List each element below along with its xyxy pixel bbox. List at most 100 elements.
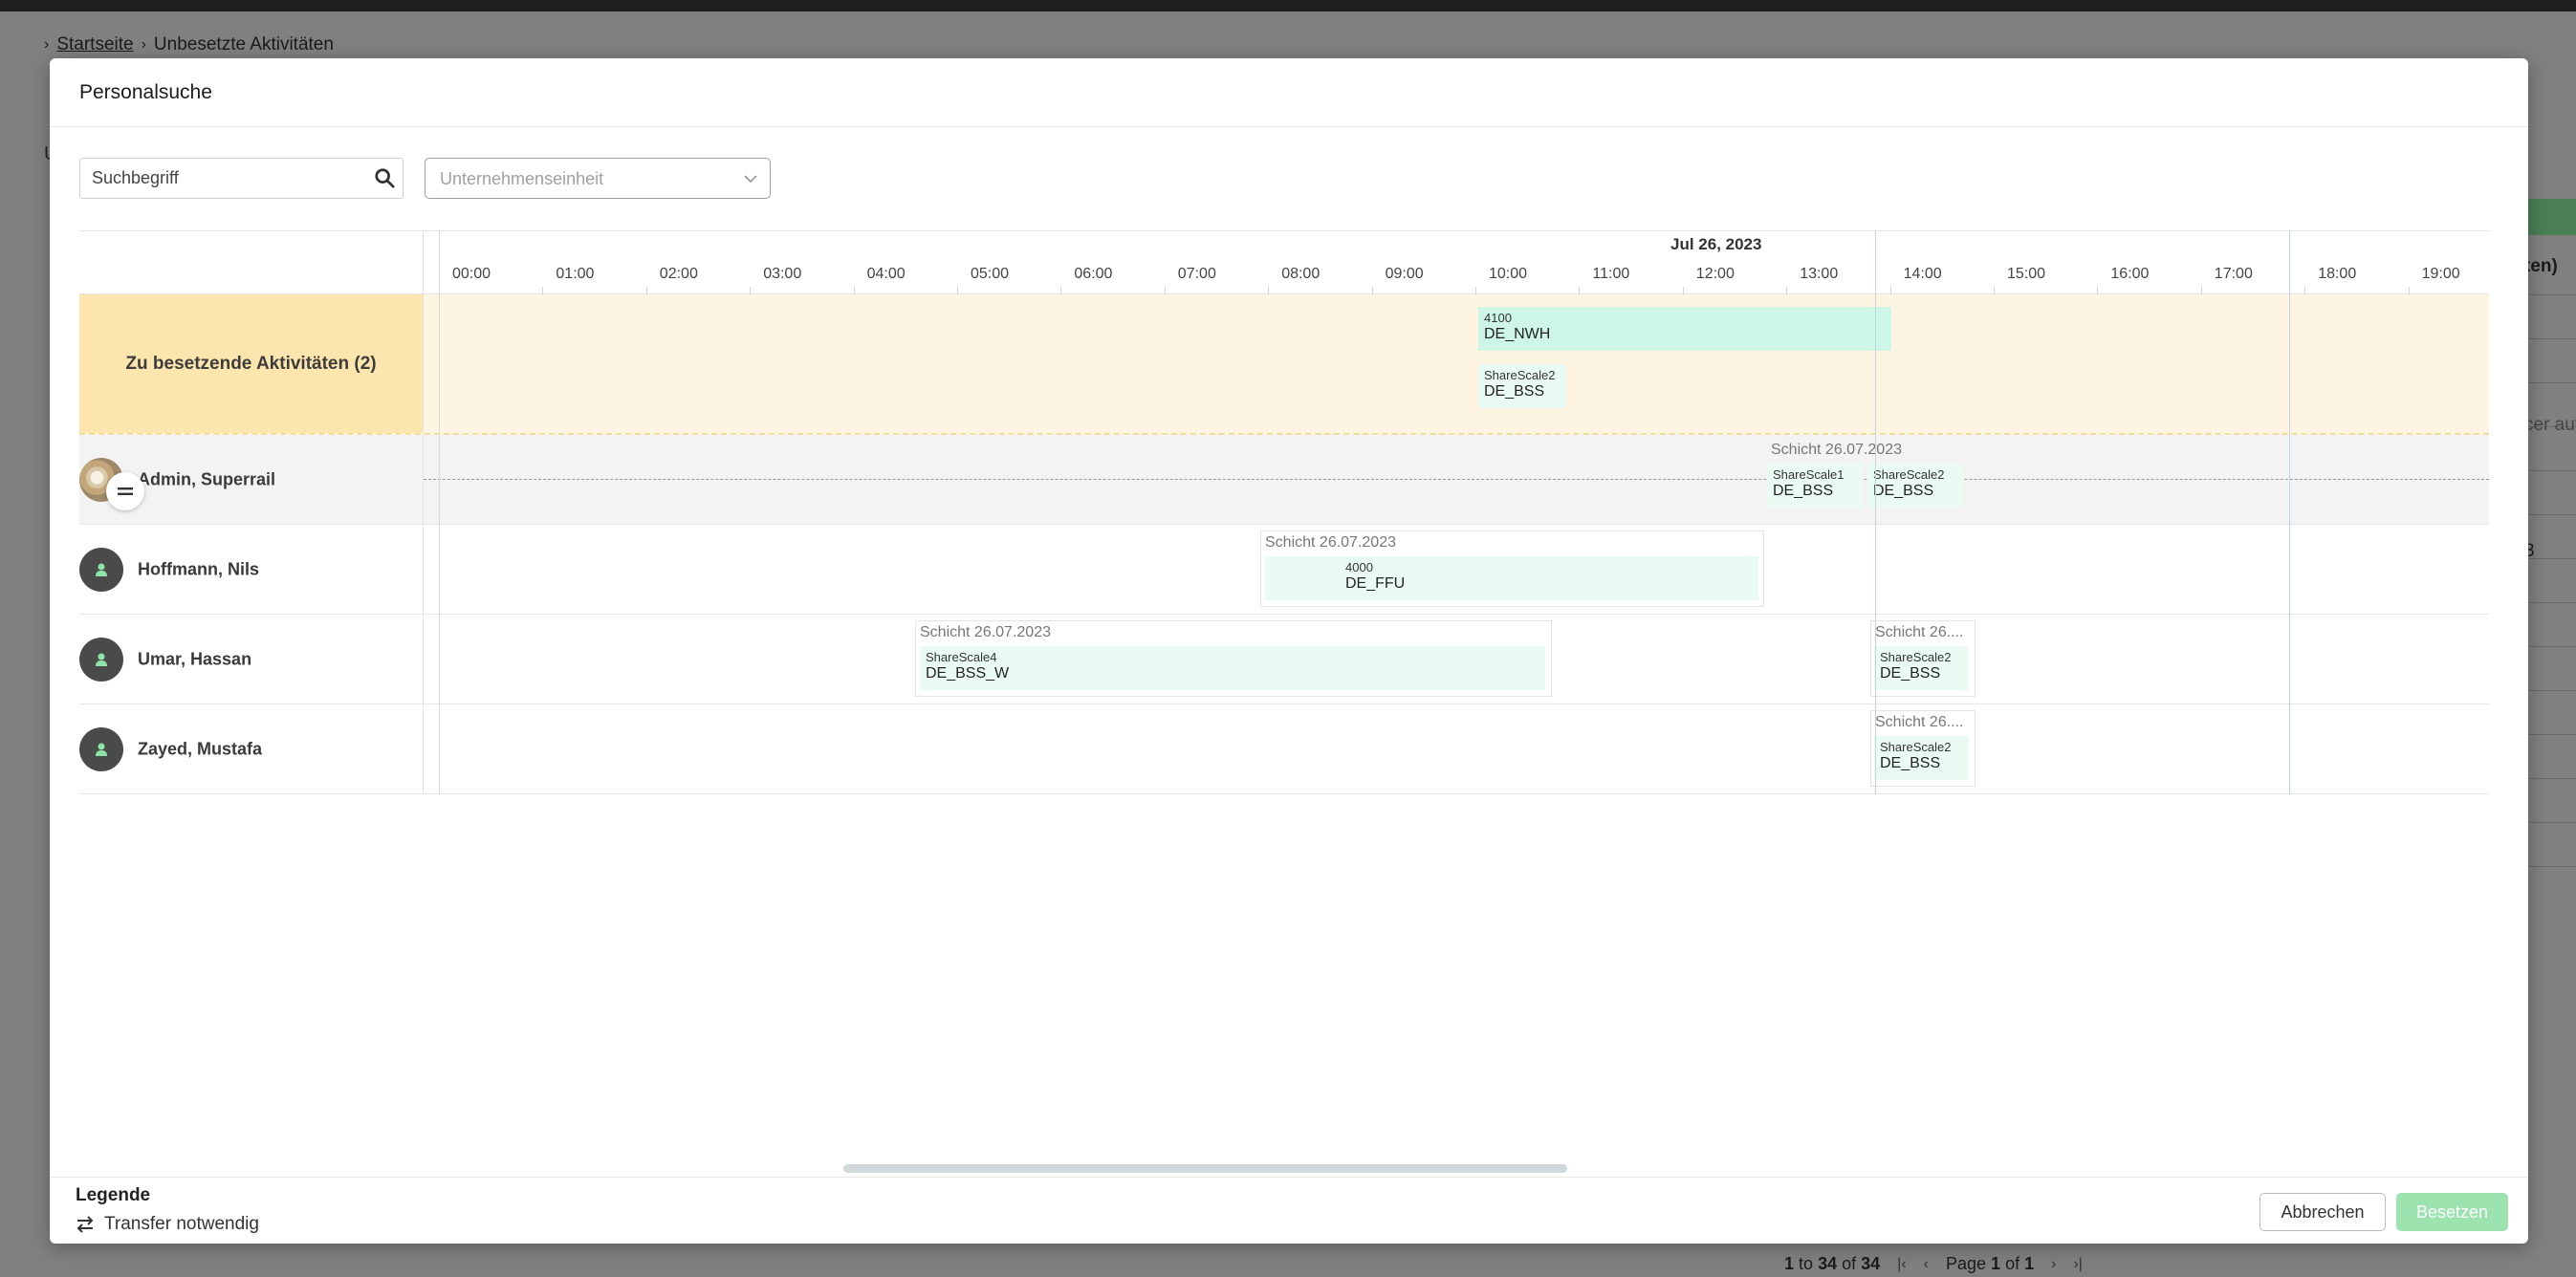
hour-label: 01:00 (556, 266, 595, 282)
task-sharescale4[interactable]: ShareScale4 DE_BSS_W (920, 646, 1545, 690)
shift-title: Schicht 26.... (1875, 624, 1964, 640)
person-name: Admin, Superrail (138, 469, 276, 488)
hour-label: 04:00 (866, 266, 906, 282)
task-sharescale1[interactable]: ShareScale1 DE_BSS (1767, 464, 1863, 508)
modal-title: Personalsuche (79, 81, 212, 103)
breadcrumb-current: Unbesetzte Aktivitäten (153, 34, 334, 54)
task-code: 4100 (1484, 311, 1512, 325)
cancel-button[interactable]: Abbrechen (2259, 1193, 2386, 1231)
person-name: Umar, Hassan (138, 649, 252, 668)
shift-block[interactable]: Schicht 26.07.2023 ShareScale4 DE_BSS_W (915, 620, 1552, 697)
unfilled-activities-row: Zu besetzende Aktivitäten (2) 4100 DE_NW… (79, 294, 2489, 435)
person-icon (96, 653, 107, 666)
horizontal-scrollbar[interactable] (843, 1164, 1567, 1173)
person-icon (96, 563, 107, 576)
task-4000[interactable]: 4000 DE_FFU (1265, 556, 1758, 600)
hour-label: 09:00 (1385, 266, 1424, 282)
unfilled-task-sharescale2[interactable]: ShareScale2 DE_BSS (1478, 364, 1566, 408)
next-page-icon[interactable]: › (2051, 1256, 2056, 1273)
task-code: 4000 (1345, 560, 1373, 574)
pager-range: 1 to 34 of 34 (1784, 1254, 1881, 1273)
person-name: Hoffmann, Nils (138, 559, 260, 578)
hour-label: 19:00 (2421, 266, 2460, 282)
task-label: DE_FFU (1345, 575, 1406, 592)
prev-page-icon[interactable]: ‹ (1924, 1256, 1929, 1273)
top-bar (0, 0, 2576, 11)
last-page-icon[interactable]: ›| (2073, 1256, 2082, 1273)
breadcrumb: › Startseite › Unbesetzte Aktivitäten (44, 34, 334, 55)
hour-label: 06:00 (1074, 266, 1113, 282)
shift-title: Schicht 26.07.2023 (1265, 534, 1396, 551)
person-row-hoffmann[interactable]: Hoffmann, Nils Schicht 26.07.2023 4000 D… (79, 525, 2489, 615)
hour-label: 16:00 (2110, 266, 2150, 282)
hour-label: 03:00 (763, 266, 802, 282)
search-field[interactable] (79, 158, 404, 199)
task-code: ShareScale1 (1773, 467, 1845, 482)
shift-block[interactable]: Schicht 26.... ShareScale2 DE_BSS (1870, 620, 1976, 697)
shift-title: Schicht 26.... (1875, 714, 1964, 730)
business-unit-select[interactable]: Unternehmenseinheit (425, 158, 771, 199)
activity-end-line (2289, 230, 2290, 794)
task-code: ShareScale2 (1880, 740, 1952, 754)
shift-block[interactable]: Schicht 26.... ShareScale2 DE_BSS (1870, 710, 1976, 787)
search-input[interactable] (92, 159, 360, 197)
hour-label: 02:00 (659, 266, 698, 282)
chevron-right-icon: › (141, 36, 146, 53)
shift-title: Schicht 26.07.2023 (920, 624, 1051, 640)
person-row-zayed[interactable]: Zayed, Mustafa Schicht 26.... ShareScale… (79, 704, 2489, 794)
business-unit-placeholder: Unternehmenseinheit (440, 169, 604, 188)
avatar (79, 637, 123, 682)
gantt-date-label: Jul 26, 2023 (1670, 235, 1762, 253)
task-label: DE_BSS (1880, 665, 1941, 682)
personnel-search-modal: Personalsuche Unternehmenseinheit Jul 26… (50, 58, 2528, 1244)
legend-item: Transfer notwendig (76, 1214, 259, 1235)
breadcrumb-home-link[interactable]: Startseite (56, 34, 133, 55)
task-sharescale2[interactable]: ShareScale2 DE_BSS (1867, 464, 1963, 508)
legend-item-label: Transfer notwendig (104, 1214, 259, 1234)
first-page-icon[interactable]: |‹ (1897, 1256, 1906, 1273)
task-code: ShareScale2 (1880, 650, 1952, 664)
gantt-chart: Jul 26, 2023 00:00 01:00 02:00 03:00 04:00 05… (79, 230, 2489, 794)
modal-footer: Legende Transfer notwendig Abbrechen Bes… (50, 1177, 2528, 1244)
task-sharescale2[interactable]: ShareScale2 DE_BSS (1874, 646, 1968, 690)
gantt-header: Jul 26, 2023 00:00 01:00 02:00 03:00 04:00 05… (79, 230, 2489, 295)
task-code: ShareScale2 (1484, 368, 1556, 382)
hour-label: 15:00 (2007, 266, 2046, 282)
row-timeline-line (424, 479, 2489, 480)
hour-label: 08:00 (1281, 266, 1321, 282)
background-column-header: ten) (2524, 256, 2558, 276)
person-row-umar[interactable]: Umar, Hassan Schicht 26.07.2023 ShareSca… (79, 615, 2489, 704)
activity-start-line (1875, 230, 1876, 794)
person-icon (96, 743, 107, 756)
row-resize-handle[interactable] (106, 472, 144, 510)
shift-block[interactable]: Schicht 26.07.2023 4000 DE_FFU (1260, 530, 1764, 607)
hour-label: 11:00 (1592, 266, 1630, 282)
unfilled-task-4100[interactable]: 4100 DE_NWH (1478, 307, 1891, 351)
unfilled-activities-label: Zu besetzende Aktivitäten (2) (79, 294, 424, 433)
task-code: ShareScale4 (926, 650, 997, 664)
hour-label: 14:00 (1903, 266, 1942, 282)
person-row-admin[interactable]: Admin, Superrail Schicht 26.07.2023 Shar… (79, 435, 2489, 525)
assign-button[interactable]: Besetzen (2396, 1193, 2508, 1231)
task-label: DE_BSS (1484, 383, 1545, 400)
hour-label: 17:00 (2214, 266, 2253, 282)
avatar (79, 726, 123, 771)
equals-icon (118, 487, 133, 495)
hour-label: 10:00 (1489, 266, 1528, 282)
gantt-header-left (79, 231, 424, 295)
shift-title: Schicht 26.07.2023 (1771, 442, 1902, 458)
chevron-right-icon: › (44, 36, 50, 53)
background-pager: 1 to 34 of 34 |‹ ‹ Page 1 of 1 › ›| (1784, 1254, 2083, 1274)
task-label: DE_NWH (1484, 326, 1551, 342)
person-row-header: Hoffmann, Nils (79, 525, 424, 614)
modal-header: Personalsuche (50, 58, 2528, 127)
search-icon[interactable] (374, 167, 395, 188)
avatar (79, 547, 123, 592)
background-link-text: cer auf (2524, 415, 2576, 435)
task-label: DE_BSS_W (926, 665, 1010, 682)
pager-page: Page 1 of 1 (1945, 1254, 2035, 1273)
person-name: Zayed, Mustafa (138, 739, 263, 758)
task-sharescale2[interactable]: ShareScale2 DE_BSS (1874, 736, 1968, 780)
task-label: DE_BSS (1873, 483, 1934, 499)
person-row-header: Zayed, Mustafa (79, 704, 424, 793)
